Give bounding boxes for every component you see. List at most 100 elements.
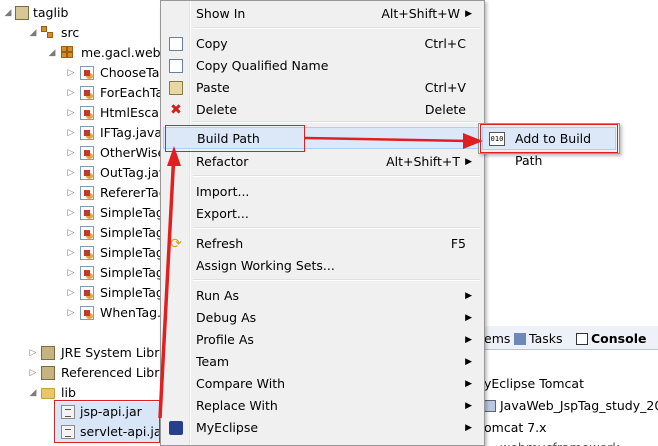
menu-item-compare-with[interactable]: Compare With ▶ [163,373,482,395]
java-file-label: SimpleTag [100,205,164,220]
expand-arrow-icon[interactable]: ▷ [66,83,76,103]
menu-item-import[interactable]: Import... [163,181,482,203]
java-file-icon [80,66,94,80]
library-icon [41,366,55,380]
submenu-arrow-icon: ▶ [465,401,472,411]
submenu-arrow-icon: ▶ [464,134,471,144]
menu-item-label: Delete [196,102,238,117]
collapse-arrow-icon[interactable]: ◢ [28,383,38,403]
paste-icon [169,81,183,95]
expand-arrow-icon[interactable]: ▷ [66,283,76,303]
tab-problems[interactable]: ems [484,329,510,349]
java-file-icon [80,146,94,160]
tree-src-folder[interactable]: ◢ src [0,23,170,43]
menu-separator [193,227,480,229]
console-line: webmvcframework [500,438,620,446]
expand-arrow-icon[interactable]: ▷ [66,263,76,283]
expand-arrow-icon[interactable]: ▷ [66,243,76,263]
copy-qualified-icon [169,59,183,73]
project-label: taglib [33,5,69,20]
submenu-arrow-icon: ▶ [465,379,472,389]
menu-item-shortcut: Ctrl+V [424,80,466,95]
menu-item-shortcut: Ctrl+C [424,36,466,51]
tree-java-file[interactable]: ▷ ForEachTa [0,83,170,103]
tree-java-file[interactable]: ▷ SimpleTag [0,283,170,303]
expand-arrow-icon[interactable]: ▷ [66,103,76,123]
menu-item-label: Refresh [196,236,244,251]
tree-java-file[interactable]: ▷ OutTag.jav [0,163,170,183]
menu-item-paste[interactable]: Paste Ctrl+V [163,77,482,99]
expand-arrow-icon[interactable]: ▷ [28,363,38,383]
expand-arrow-icon[interactable]: ▷ [66,223,76,243]
submenu-arrow-icon: ▶ [465,9,472,19]
java-file-icon [80,166,94,180]
submenu-arrow-icon: ▶ [465,357,472,367]
menu-item-label: Compare With [196,376,286,391]
java-file-icon [80,266,94,280]
server-icon [484,400,496,412]
java-file-icon [80,86,94,100]
collapse-arrow-icon[interactable]: ◢ [47,43,57,63]
menu-item-label: Profile As [196,332,254,347]
menu-item-assign-working-sets[interactable]: Assign Working Sets... [163,255,482,277]
expand-arrow-icon[interactable]: ▷ [66,203,76,223]
menu-item-refactor[interactable]: Refactor Alt+Shift+T ▶ [163,151,482,173]
menu-item-replace-with[interactable]: Replace With ▶ [163,395,482,417]
expand-arrow-icon[interactable]: ▷ [66,183,76,203]
build-path-annotation [165,125,305,152]
menu-item-myeclipse[interactable]: MyEclipse ▶ [163,417,482,439]
expand-arrow-icon[interactable]: ▷ [66,163,76,183]
tree-java-file[interactable]: ▷ OtherWise [0,143,170,163]
java-file-icon [80,246,94,260]
tree-referenced-libraries[interactable]: ▷ Referenced Libra [0,363,170,383]
expand-arrow-icon[interactable]: ▷ [66,303,76,323]
menu-item-label: MyEclipse [196,420,259,435]
jar-selection-annotation [54,400,160,443]
menu-item-debug-as[interactable]: Debug As ▶ [163,307,482,329]
context-menu: Show In Alt+Shift+W ▶ Copy Ctrl+C Copy Qualif… [160,0,485,446]
menu-item-label: Refactor [196,154,249,169]
tree-java-file[interactable]: ▷ ChooseTag [0,63,170,83]
tree-java-file[interactable]: ▷ SimpleTag [0,223,170,243]
tree-project-taglib[interactable]: ◢ taglib [0,3,170,23]
menu-item-profile-as[interactable]: Profile As ▶ [163,329,482,351]
java-file-label: RefererTag [100,185,167,200]
menu-item-export[interactable]: Export... [163,203,482,225]
add-to-build-path-annotation [480,124,618,153]
tasks-icon [514,333,526,345]
expand-arrow-icon[interactable]: ▷ [28,343,38,363]
tree-java-file[interactable]: ▷ HtmlEscap [0,103,170,123]
menu-item-copy-qualified-name[interactable]: Copy Qualified Name [163,55,482,77]
menu-item-copy[interactable]: Copy Ctrl+C [163,33,482,55]
menu-item-shortcut: F5 [450,236,466,251]
collapse-arrow-icon[interactable]: ◢ [3,3,13,23]
menu-item-refresh[interactable]: ⟳ Refresh F5 [163,233,482,255]
expand-arrow-icon[interactable]: ▷ [66,63,76,83]
expand-arrow-icon[interactable]: ▷ [66,143,76,163]
tree-package[interactable]: ◢ me.gacl.web.s [0,43,170,63]
java-file-icon [80,206,94,220]
menu-separator [193,27,480,29]
menu-item-label: Debug As [196,310,257,325]
java-file-icon [80,226,94,240]
collapse-arrow-icon[interactable]: ◢ [28,23,38,43]
menu-item-delete[interactable]: ✖ Delete Delete [163,99,482,121]
expand-arrow-icon[interactable]: ▷ [66,123,76,143]
java-file-label: OutTag.jav [100,165,167,180]
tree-java-file[interactable]: ▷ WhenTag.j [0,303,170,323]
tree-java-file[interactable]: ▷ SimpleTag [0,263,170,283]
tree-java-file[interactable]: ▷ SimpleTag [0,203,170,223]
java-file-icon [80,306,94,320]
tab-console[interactable]: Console [576,329,646,349]
tree-java-file[interactable]: ▷ IFTag.java [0,123,170,143]
menu-item-team[interactable]: Team ▶ [163,351,482,373]
menu-item-label: Import... [196,184,250,199]
menu-item-run-as[interactable]: Run As ▶ [163,285,482,307]
package-icon [61,46,74,59]
tree-java-file[interactable]: ▷ RefererTag [0,183,170,203]
tree-jre-library[interactable]: ▷ JRE System Libra [0,343,170,363]
tree-java-file[interactable]: ▷ SimpleTag [0,243,170,263]
menu-item-show-in[interactable]: Show In Alt+Shift+W ▶ [163,3,482,25]
tab-tasks[interactable]: Tasks [514,329,563,349]
java-file-icon [80,126,94,140]
